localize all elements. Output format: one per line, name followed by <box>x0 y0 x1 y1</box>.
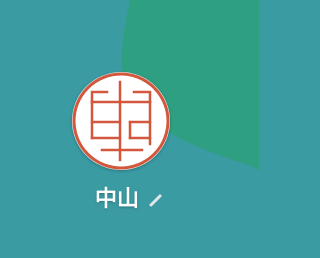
seal-stamp-icon <box>72 72 170 170</box>
user-name-row: 中山 <box>0 186 259 214</box>
user-avatar[interactable] <box>72 72 170 170</box>
pencil-icon[interactable] <box>148 192 164 208</box>
user-display-name: 中山 <box>94 187 139 212</box>
